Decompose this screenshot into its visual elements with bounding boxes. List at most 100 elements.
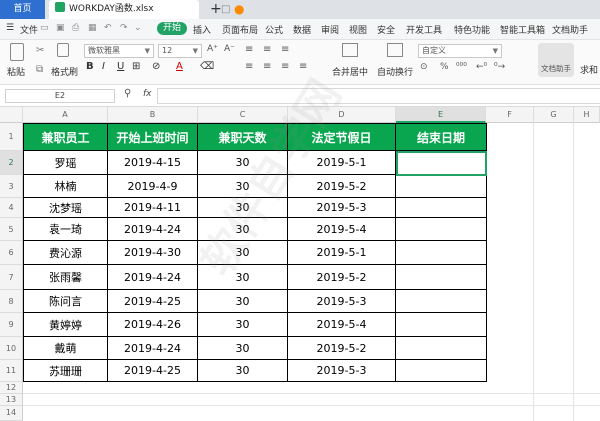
cell-employee[interactable]: 陈问言 [23, 290, 108, 313]
cell-end-date[interactable] [396, 313, 487, 337]
cell-days[interactable]: 30 [198, 313, 288, 337]
row-header-6[interactable]: 6 [0, 241, 23, 265]
row-header-1[interactable]: 1 [0, 123, 23, 151]
row-header-3[interactable]: 3 [0, 175, 23, 198]
row-header-9[interactable]: 9 [0, 313, 23, 337]
new-tab-icon[interactable]: + [210, 0, 222, 19]
merge-center-icon[interactable] [342, 43, 358, 57]
cell-employee[interactable]: 黄婷婷 [23, 313, 108, 337]
align-top-icon[interactable]: ≡ [245, 44, 253, 55]
align-bottom-icon[interactable]: ≡ [281, 44, 289, 55]
cut-icon[interactable]: ✂ [36, 45, 44, 56]
paste-icon[interactable] [10, 43, 24, 61]
cell-holiday[interactable]: 2019-5-3 [288, 198, 396, 218]
font-shrink-icon[interactable]: A⁻ [224, 44, 235, 54]
doc-assistant-button[interactable]: 文档助手 [538, 43, 574, 77]
currency-icon[interactable]: ⊙ [420, 62, 428, 72]
menu-start[interactable]: 开始 [157, 22, 188, 35]
menu-doc-assist[interactable]: 文档助手 [552, 23, 588, 36]
cell-end-date[interactable] [396, 265, 487, 290]
menu-security[interactable]: 安全 [377, 23, 395, 36]
cell-start-date[interactable]: 2019-4-24 [108, 337, 198, 360]
row-header-13[interactable]: 13 [0, 394, 23, 406]
cell-holiday[interactable]: 2019-5-2 [288, 337, 396, 360]
cell-days[interactable]: 30 [198, 198, 288, 218]
cell-start-date[interactable]: 2019-4-9 [108, 175, 198, 198]
cell-holiday[interactable]: 2019-5-1 [288, 151, 396, 175]
copy-icon[interactable]: ⧉ [36, 64, 43, 75]
column-header-f[interactable]: F [486, 107, 534, 123]
cell-employee[interactable]: 林楠 [23, 175, 108, 198]
menu-special[interactable]: 特色功能 [454, 23, 490, 36]
column-header-g[interactable]: G [534, 107, 574, 123]
header-cell-end-date[interactable]: 结束日期 [396, 123, 487, 151]
name-box[interactable]: E2 [5, 89, 115, 103]
row-header-4[interactable]: 4 [0, 198, 23, 218]
percent-icon[interactable]: % [440, 62, 449, 72]
cell-end-date[interactable] [396, 290, 487, 313]
column-header-e[interactable]: E [396, 107, 486, 123]
menu-insert[interactable]: 插入 [193, 23, 211, 36]
cell-employee[interactable]: 戴萌 [23, 337, 108, 360]
format-painter-icon[interactable] [57, 43, 69, 57]
thousands-icon[interactable]: ⁰⁰⁰ [456, 62, 467, 72]
wrap-text-icon[interactable] [387, 43, 403, 57]
save-icon[interactable]: ▣ [56, 23, 65, 33]
number-format-select[interactable]: 自定义 ▼ [418, 44, 502, 58]
decimal-decrease-icon[interactable]: ⁰→ [494, 62, 505, 72]
font-size-select[interactable]: 12 ▼ [158, 44, 202, 58]
header-cell-holiday[interactable]: 法定节假日 [288, 123, 396, 151]
font-color-icon[interactable]: A [176, 61, 183, 72]
redo-icon[interactable]: ↷ [120, 23, 128, 33]
cell-end-date[interactable] [396, 218, 487, 241]
menu-formula[interactable]: 公式 [265, 23, 283, 36]
cell-holiday[interactable]: 2019-5-4 [288, 218, 396, 241]
fill-color-icon[interactable]: ⊘ [152, 61, 160, 72]
tab-file[interactable]: WORKDAY函数.xlsx □ ● [49, 0, 244, 19]
more-icon[interactable]: ⌄ [134, 23, 142, 33]
cell-end-date[interactable] [396, 337, 487, 360]
cell-start-date[interactable]: 2019-4-15 [108, 151, 198, 175]
wrap-text-label[interactable]: 自动换行 [377, 65, 413, 78]
italic-icon[interactable]: I [102, 61, 105, 72]
underline-icon[interactable]: U [117, 61, 124, 72]
row-header-10[interactable]: 10 [0, 337, 23, 360]
bold-icon[interactable]: B [86, 61, 94, 72]
cell-end-date[interactable] [396, 175, 487, 198]
cell-start-date[interactable]: 2019-4-30 [108, 241, 198, 265]
row-header-7[interactable]: 7 [0, 265, 23, 290]
cell-employee[interactable]: 罗瑶 [23, 151, 108, 175]
hamburger-icon[interactable]: ☰ [6, 23, 14, 33]
decimal-increase-icon[interactable]: ←⁰ [476, 62, 487, 72]
cell-holiday[interactable]: 2019-5-1 [288, 241, 396, 265]
menu-developer[interactable]: 开发工具 [406, 23, 442, 36]
cell-days[interactable]: 30 [198, 265, 288, 290]
cell-days[interactable]: 30 [198, 175, 288, 198]
column-header-c[interactable]: C [198, 107, 288, 123]
cell-employee[interactable]: 费沁源 [23, 241, 108, 265]
format-painter-label[interactable]: 格式刷 [51, 65, 78, 78]
cell-employee[interactable]: 苏珊珊 [23, 360, 108, 382]
cell-holiday[interactable]: 2019-5-3 [288, 360, 396, 382]
row-header-14[interactable]: 14 [0, 406, 23, 421]
menu-review[interactable]: 审阅 [321, 23, 339, 36]
cell-days[interactable]: 30 [198, 290, 288, 313]
folder-icon[interactable]: ▭ [40, 23, 49, 33]
merge-center-label[interactable]: 合并居中 [332, 65, 368, 78]
cell-days[interactable]: 30 [198, 360, 288, 382]
cell-end-date[interactable] [396, 241, 487, 265]
align-right-icon[interactable]: ≡ [281, 61, 289, 72]
row-header-5[interactable]: 5 [0, 218, 23, 241]
row-header-2[interactable]: 2 [0, 151, 23, 175]
cell-days[interactable]: 30 [198, 218, 288, 241]
formula-input[interactable] [157, 88, 600, 104]
align-center-icon[interactable]: ≡ [263, 61, 271, 72]
column-header-h[interactable]: H [574, 107, 600, 123]
menu-view[interactable]: 视图 [349, 23, 367, 36]
cell-start-date[interactable]: 2019-4-11 [108, 198, 198, 218]
font-name-select[interactable]: 微软雅黑 ▼ [84, 44, 154, 58]
menu-toolbox[interactable]: 智能工具箱 [500, 23, 545, 36]
undo-icon[interactable]: ↶ [104, 23, 112, 33]
align-middle-icon[interactable]: ≡ [263, 44, 271, 55]
cell-holiday[interactable]: 2019-5-2 [288, 265, 396, 290]
